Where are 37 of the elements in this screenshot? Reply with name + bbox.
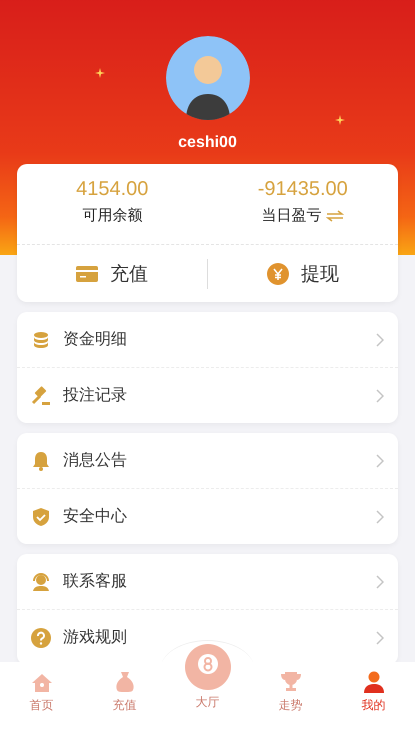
- coins-icon: [32, 330, 50, 348]
- shield-icon: [32, 506, 50, 526]
- sparkle-icon: [335, 115, 345, 125]
- chevron-right-icon[interactable]: [376, 574, 384, 588]
- nav-tab[interactable]: 我的: [362, 697, 386, 714]
- home-icon[interactable]: [30, 673, 52, 693]
- chevron-right-icon[interactable]: [376, 510, 384, 524]
- username: ceshi00: [178, 134, 237, 152]
- yen-coin-icon: [267, 262, 289, 284]
- billiard-ball-icon[interactable]: [184, 644, 230, 690]
- chevron-right-icon[interactable]: [376, 388, 384, 402]
- sparkle-icon: [95, 68, 105, 78]
- amount-value: -91435.00: [258, 178, 348, 201]
- amount-label: 当日盈亏: [261, 206, 322, 225]
- menu-item[interactable]: 联系客服: [63, 571, 364, 592]
- help-icon: [31, 628, 51, 648]
- user-icon[interactable]: [362, 671, 384, 693]
- menu-item[interactable]: 投注记录: [63, 385, 364, 406]
- withdraw-button[interactable]: 提现: [208, 245, 398, 302]
- chevron-right-icon[interactable]: [376, 332, 384, 346]
- amount-value: 4154.00: [76, 178, 148, 201]
- chevron-right-icon[interactable]: [376, 630, 384, 644]
- menu-item[interactable]: 消息公告: [63, 450, 364, 471]
- menu-item[interactable]: 资金明细: [63, 329, 364, 350]
- menu-item[interactable]: 安全中心: [63, 506, 364, 527]
- chevron-right-icon[interactable]: [376, 454, 384, 468]
- trophy-icon[interactable]: [280, 671, 302, 693]
- gavel-icon: [31, 386, 51, 406]
- swap-icon[interactable]: [326, 210, 344, 222]
- amount-label: 可用余额: [82, 206, 142, 225]
- menu-item[interactable]: 游戏规则: [63, 627, 364, 648]
- card-icon: [76, 266, 98, 282]
- money-bag-icon[interactable]: [114, 671, 134, 693]
- avatar-icon[interactable]: [166, 36, 250, 120]
- bell-icon: [32, 450, 50, 470]
- headset-icon: [31, 572, 51, 592]
- recharge-button[interactable]: 充值: [17, 245, 207, 302]
